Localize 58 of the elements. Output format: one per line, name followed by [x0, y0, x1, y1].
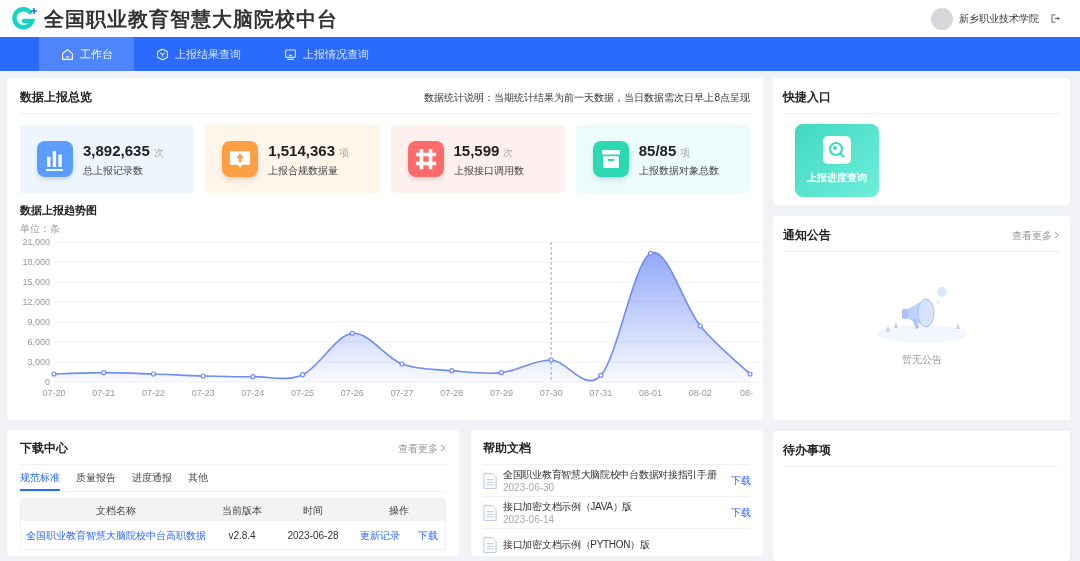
stat-value: 3,892,635	[83, 141, 150, 162]
stat-unit: 项	[339, 146, 349, 161]
y-tick-label: 15,000	[22, 276, 50, 287]
y-tick-label: 21,000	[22, 236, 50, 247]
document-date: 2023-06-14	[503, 512, 556, 526]
stat-value: 1,514,363	[268, 141, 335, 162]
stat-label: 总上报记录数	[83, 163, 144, 178]
x-tick-label: 07-22	[141, 387, 165, 398]
stat-label: 上报接口调用数	[453, 163, 524, 178]
x-tick-label: 07-29	[489, 387, 513, 398]
card-title: 通知公告	[783, 227, 831, 244]
x-tick-label: 07-20	[42, 387, 66, 398]
stat-unit: 项	[680, 146, 691, 161]
y-tick-label: 3,000	[27, 356, 50, 367]
x-tick-label: 07-31	[589, 387, 613, 398]
document-title: 接口加密文档示例（PYTHON）版	[503, 538, 651, 551]
column-header: 操作	[388, 503, 410, 518]
x-tick-label: 08-	[740, 387, 753, 398]
app-title: 全国职业教育智慧大脑院校中台	[44, 6, 338, 32]
y-tick-label: 0	[45, 376, 50, 387]
school-name: 新乡职业技术学院	[959, 12, 1039, 27]
column-header: 时间	[302, 503, 324, 518]
x-tick-label: 07-25	[291, 387, 315, 398]
empty-notice-text: 暂无公告	[901, 353, 942, 367]
column-header: 文档名称	[95, 503, 137, 518]
document-date: 2023-06-30	[503, 480, 556, 494]
stat-value: 15,599	[453, 141, 500, 162]
statistics-note: 数据统计说明：当期统计结果为前一天数据，当日数据需次日早上8点呈现	[424, 90, 750, 105]
x-tick-label: 07-26	[340, 387, 364, 398]
date-cell-text: 2023-06-28	[286, 528, 340, 543]
card-title: 数据上报总览	[20, 89, 92, 106]
document-title: 接口加密文档示例（JAVA）版	[503, 499, 634, 513]
card-title: 帮助文档	[483, 440, 531, 457]
x-tick-label: 07-23	[191, 387, 215, 398]
y-tick-label: 9,000	[27, 316, 50, 327]
stat-unit: 次	[503, 146, 514, 161]
document-title: 全国职业教育智慧大脑院校中台数据对接指引手册	[503, 467, 718, 481]
card-title: 快捷入口	[783, 89, 831, 106]
x-tick-label: 07-30	[539, 387, 563, 398]
chart-title: 数据上报趋势图	[20, 203, 98, 218]
card-title: 待办事项	[783, 442, 831, 459]
stat-label: 上报数据对象总数	[638, 163, 719, 178]
x-tick-label: 07-27	[390, 387, 414, 398]
x-tick-label: 07-28	[440, 387, 464, 398]
card-title: 下载中心	[20, 440, 68, 457]
stat-label: 上报合规数据量	[268, 163, 340, 178]
x-tick-label: 07-24	[241, 387, 265, 398]
version-cell-text: v2.8.4	[227, 528, 257, 543]
x-tick-label: 08-01	[639, 387, 663, 398]
y-tick-label: 6,000	[27, 336, 50, 347]
x-tick-label: 08-02	[688, 387, 712, 398]
stat-unit: 次	[153, 146, 164, 161]
y-tick-label: 18,000	[22, 256, 50, 267]
stat-value: 85/85	[638, 141, 677, 162]
y-tick-label: 12,000	[22, 296, 50, 307]
column-header: 当前版本	[221, 503, 263, 518]
unit-label: 单位：条	[20, 221, 61, 236]
x-tick-label: 07-21	[92, 387, 116, 398]
